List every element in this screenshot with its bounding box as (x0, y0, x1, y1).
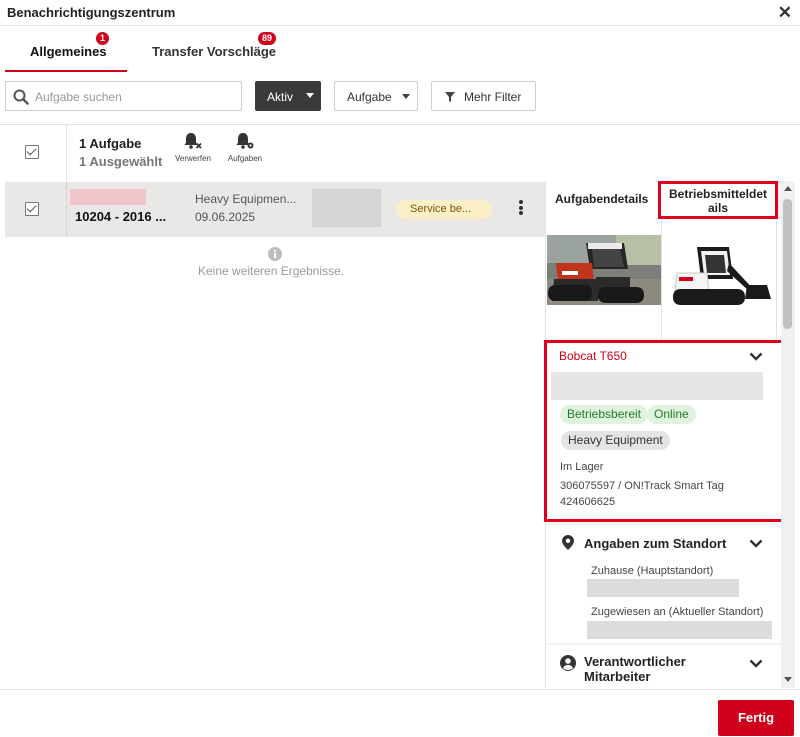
done-button[interactable]: Fertig (718, 700, 794, 736)
scroll-up-icon[interactable] (784, 186, 792, 191)
asset-photo-gallery (546, 219, 781, 338)
tab-allgemeines-badge: 1 (96, 32, 110, 45)
asset-tag-line: 424606625 (560, 496, 616, 508)
details-panel: Aufgabendetails Betriebsmitteldet ails B… (545, 181, 781, 688)
status-badge: Service be... (396, 200, 492, 219)
tasks-action[interactable]: Aufgaben (223, 132, 267, 163)
window-title: Benachrichtigungszentrum (7, 5, 176, 20)
user-circle-icon (560, 655, 576, 671)
table-row[interactable]: 10204 - 2016 ... Heavy Equipmen... 09.06… (5, 182, 545, 237)
selected-count: 1 Ausgewählt (79, 154, 163, 169)
row-title: 10204 - 2016 ... (75, 209, 167, 224)
column-divider (66, 182, 67, 237)
chevron-down-icon[interactable] (749, 352, 763, 361)
chevron-down-icon[interactable] (749, 539, 763, 548)
row-checkbox[interactable] (25, 202, 39, 216)
info-icon (268, 247, 282, 261)
row-date: 09.06.2025 (195, 210, 256, 224)
tab-bar: Allgemeines 1 Transfer Vorschläge 89 (0, 27, 800, 72)
tab-aufgabendetails-label: Aufgabendetails (555, 192, 649, 206)
select-all-checkbox[interactable] (25, 145, 39, 159)
scroll-down-icon[interactable] (784, 677, 792, 682)
asset-location-status: Im Lager (560, 461, 604, 473)
map-pin-icon (562, 535, 574, 550)
asset-photo[interactable] (663, 219, 777, 338)
assigned-location-label: Zugewiesen an (Aktueller Standort) (591, 606, 764, 618)
active-tab-indicator (5, 70, 127, 72)
redacted-block (551, 372, 763, 400)
details-scrollbar[interactable] (781, 181, 795, 688)
skid-steer-photo-image (546, 219, 661, 338)
status-filter-dropdown[interactable]: Aktiv (255, 81, 321, 111)
tab-betriebsmitteldetails-line-1: Betriebsmitteldet (668, 187, 768, 201)
type-filter-dropdown[interactable]: Aufgabe (334, 81, 418, 111)
empty-results-message: Keine weiteren Ergebnisse. (198, 264, 345, 278)
column-divider (66, 125, 67, 181)
funnel-icon (445, 92, 455, 102)
redacted-block (587, 579, 739, 597)
list-header: 1 Aufgabe 1 Ausgewählt Verwerfen Aufgabe… (5, 125, 545, 181)
type-filter-label: Aufgabe (347, 90, 392, 104)
scrollbar-thumb[interactable] (783, 199, 792, 329)
caret-down-icon (402, 94, 410, 99)
window-titlebar: Benachrichtigungszentrum ✕ (0, 0, 800, 26)
redacted-block (312, 189, 381, 227)
task-count: 1 Aufgabe (79, 136, 142, 151)
more-filter-label: Mehr Filter (464, 90, 522, 104)
tab-transfer-vorschlaege[interactable]: Transfer Vorschläge 89 (152, 32, 277, 59)
tab-aufgabendetails[interactable]: Aufgabendetails (546, 181, 659, 219)
home-location-label: Zuhause (Hauptstandort) (591, 565, 714, 577)
status-filter-label: Aktiv (267, 90, 294, 104)
responsible-section-title: Mitarbeiter (584, 669, 651, 684)
bell-gear-icon (236, 133, 254, 149)
tasks-action-label: Aufgaben (227, 154, 263, 163)
discard-action[interactable]: Verwerfen (171, 132, 215, 163)
bell-x-icon (184, 133, 202, 149)
responsible-section-title: Verantwortlicher (584, 654, 686, 669)
asset-photo[interactable] (546, 219, 662, 338)
skid-steer-illustration-image (663, 219, 776, 338)
asset-name[interactable]: Bobcat T650 (559, 349, 627, 363)
tab-betriebsmitteldetails-line-2: ails (707, 201, 728, 215)
more-options-icon[interactable] (517, 200, 525, 220)
category-badge: Heavy Equipment (561, 431, 670, 450)
more-filter-button[interactable]: Mehr Filter (431, 81, 536, 111)
close-icon[interactable]: ✕ (778, 3, 792, 23)
dialog-footer: Fertig (0, 689, 800, 737)
search-box (5, 81, 242, 111)
caret-down-icon (306, 93, 314, 98)
chevron-down-icon[interactable] (749, 659, 763, 668)
location-section: Angaben zum Standort Zuhause (Hauptstand… (546, 525, 781, 643)
discard-action-label: Verwerfen (174, 154, 212, 163)
search-icon (13, 89, 29, 105)
asset-tag-line: 306075597 / ON!Track Smart Tag (560, 480, 724, 492)
tab-allgemeines[interactable]: Allgemeines 1 (30, 32, 110, 59)
asset-info-card: Bobcat T650 Betriebsbereit Online Heavy … (546, 340, 781, 523)
search-input[interactable] (35, 87, 235, 107)
responsible-section: Verantwortlicher Mitarbeiter (546, 645, 781, 688)
tab-transfer-badge: 89 (258, 32, 277, 45)
location-section-title: Angaben zum Standort (584, 536, 727, 551)
row-category: Heavy Equipmen... (195, 192, 297, 206)
tab-transfer-label: Transfer Vorschläge (152, 44, 277, 59)
redacted-block (587, 621, 772, 639)
tab-allgemeines-label: Allgemeines (30, 44, 107, 59)
status-badge: Betriebsbereit (560, 405, 649, 424)
status-badge: Online (647, 405, 696, 424)
redacted-block (70, 189, 146, 205)
tab-betriebsmitteldetails[interactable]: Betriebsmitteldet ails (658, 181, 778, 219)
